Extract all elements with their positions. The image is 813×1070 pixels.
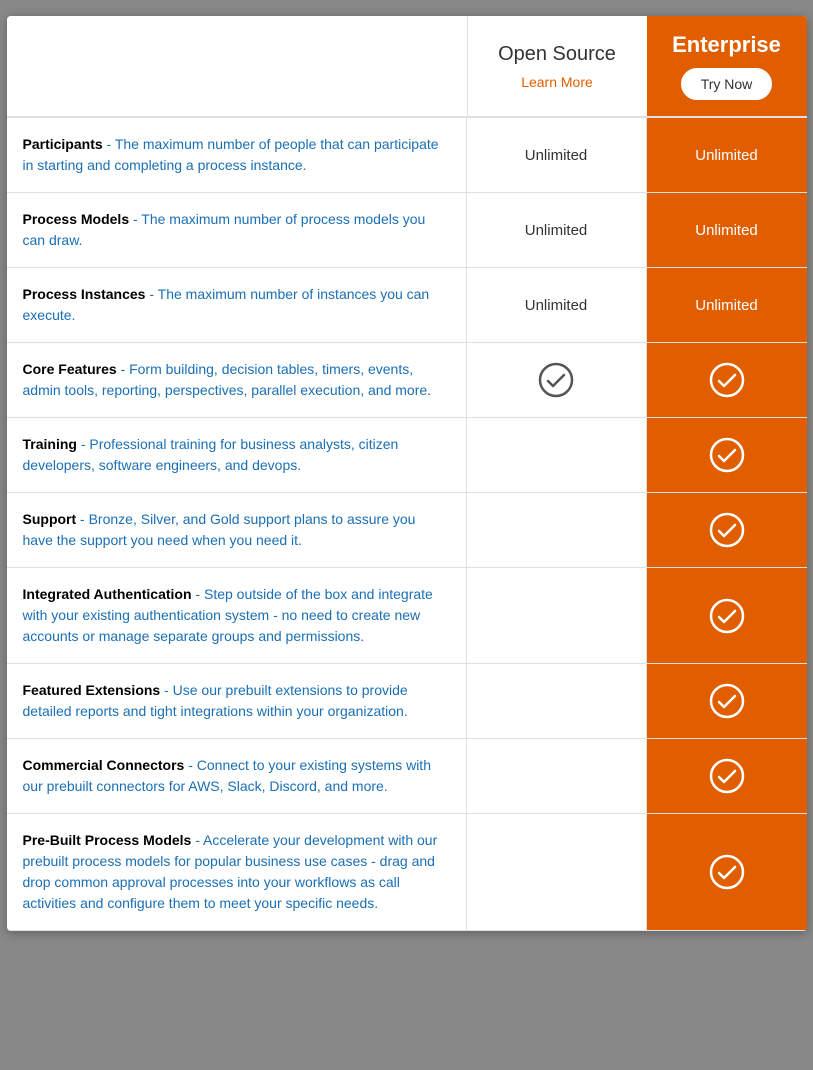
check-icon bbox=[709, 854, 745, 890]
check-icon bbox=[709, 512, 745, 548]
check-icon bbox=[709, 598, 745, 634]
feature-description: Pre-Built Process Models - Accelerate yo… bbox=[7, 814, 467, 930]
header-row: Open Source Learn More Enterprise Try No… bbox=[7, 16, 807, 118]
feature-description: Process Models - The maximum number of p… bbox=[7, 193, 467, 267]
enterprise-value: Unlimited bbox=[647, 193, 807, 267]
opensource-value bbox=[467, 568, 647, 663]
opensource-value bbox=[467, 493, 647, 567]
feature-description: Integrated Authentication - Step outside… bbox=[7, 568, 467, 663]
enterprise-value bbox=[647, 418, 807, 492]
feature-description: Participants - The maximum number of peo… bbox=[7, 118, 467, 192]
enterprise-value: Unlimited bbox=[647, 268, 807, 342]
table-row: Core Features - Form building, decision … bbox=[7, 343, 807, 418]
header-feature-col bbox=[7, 16, 467, 116]
rows-container: Participants - The maximum number of peo… bbox=[7, 118, 807, 931]
opensource-title: Open Source bbox=[498, 43, 616, 66]
check-icon bbox=[709, 683, 745, 719]
feature-description: Training - Professional training for bus… bbox=[7, 418, 467, 492]
enterprise-value bbox=[647, 568, 807, 663]
check-icon bbox=[709, 362, 745, 398]
try-now-button[interactable]: Try Now bbox=[681, 68, 773, 100]
enterprise-title: Enterprise bbox=[672, 32, 781, 58]
enterprise-value bbox=[647, 664, 807, 738]
opensource-value bbox=[467, 664, 647, 738]
opensource-value bbox=[467, 418, 647, 492]
feature-description: Support - Bronze, Silver, and Gold suppo… bbox=[7, 493, 467, 567]
opensource-value: Unlimited bbox=[467, 118, 647, 192]
feature-description: Featured Extensions - Use our prebuilt e… bbox=[7, 664, 467, 738]
table-row: Process Instances - The maximum number o… bbox=[7, 268, 807, 343]
header-opensource-col: Open Source Learn More bbox=[467, 16, 647, 116]
opensource-value: Unlimited bbox=[467, 193, 647, 267]
opensource-value bbox=[467, 343, 647, 417]
comparison-table: Open Source Learn More Enterprise Try No… bbox=[7, 16, 807, 931]
enterprise-value bbox=[647, 814, 807, 930]
opensource-value: Unlimited bbox=[467, 268, 647, 342]
table-row: Pre-Built Process Models - Accelerate yo… bbox=[7, 814, 807, 931]
check-icon bbox=[709, 437, 745, 473]
enterprise-value bbox=[647, 343, 807, 417]
opensource-value bbox=[467, 814, 647, 930]
check-icon bbox=[538, 362, 574, 398]
table-row: Support - Bronze, Silver, and Gold suppo… bbox=[7, 493, 807, 568]
check-icon bbox=[709, 758, 745, 794]
table-row: Featured Extensions - Use our prebuilt e… bbox=[7, 664, 807, 739]
enterprise-value: Unlimited bbox=[647, 118, 807, 192]
learn-more-link[interactable]: Learn More bbox=[521, 74, 593, 90]
feature-description: Core Features - Form building, decision … bbox=[7, 343, 467, 417]
feature-description: Process Instances - The maximum number o… bbox=[7, 268, 467, 342]
enterprise-value bbox=[647, 739, 807, 813]
table-row: Commercial Connectors - Connect to your … bbox=[7, 739, 807, 814]
table-row: Integrated Authentication - Step outside… bbox=[7, 568, 807, 664]
enterprise-value bbox=[647, 493, 807, 567]
table-row: Training - Professional training for bus… bbox=[7, 418, 807, 493]
feature-description: Commercial Connectors - Connect to your … bbox=[7, 739, 467, 813]
opensource-value bbox=[467, 739, 647, 813]
table-row: Participants - The maximum number of peo… bbox=[7, 118, 807, 193]
header-enterprise-col: Enterprise Try Now bbox=[647, 16, 807, 116]
table-row: Process Models - The maximum number of p… bbox=[7, 193, 807, 268]
